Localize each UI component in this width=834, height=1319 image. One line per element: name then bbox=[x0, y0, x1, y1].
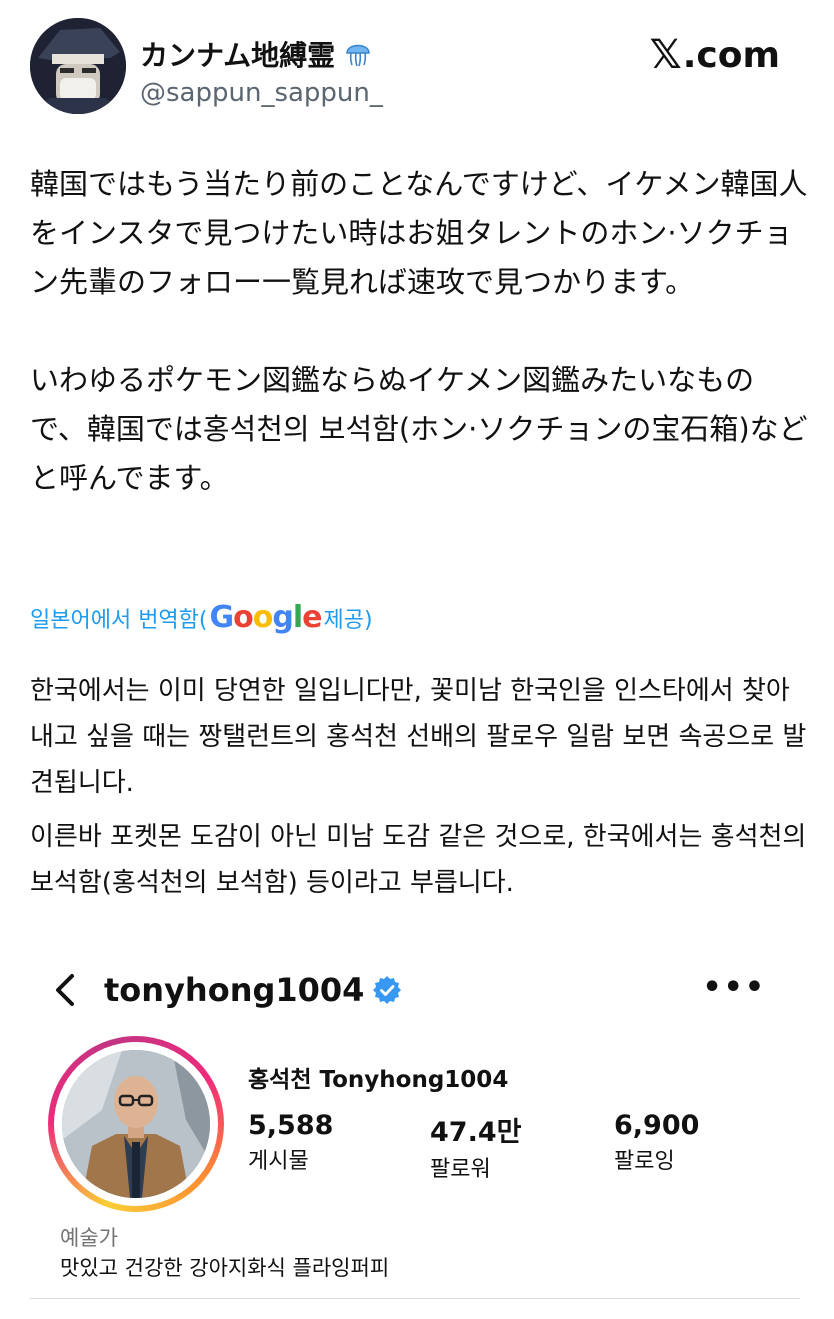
translated-by-google-link[interactable]: 일본어에서 번역함( Google 제공) bbox=[30, 600, 373, 635]
instagram-top-bar: tonyhong1004 ••• bbox=[48, 960, 788, 1020]
translated-text: 한국에서는 이미 당연한 일입니다만, 꽃미남 한국인을 인스타에서 찾아내고 … bbox=[30, 668, 810, 906]
tweet-paragraph: 韓国ではもう当たり前のことなんですけど、イケメン韓国人をインスタで見つけたい時は… bbox=[30, 167, 808, 299]
stat-value: 6,900 bbox=[614, 1110, 700, 1141]
jellyfish-icon bbox=[343, 39, 373, 69]
stat-following[interactable]: 6,900 팔로잉 bbox=[614, 1110, 699, 1175]
x-logo-icon: 𝕏 bbox=[649, 32, 682, 78]
author-name[interactable]: カンナム地縛霊 bbox=[140, 34, 335, 74]
stat-label: 게시물 bbox=[248, 1149, 309, 1174]
google-logo: Google bbox=[209, 600, 323, 635]
more-options-icon[interactable]: ••• bbox=[702, 970, 766, 1005]
author-avatar[interactable] bbox=[30, 18, 126, 114]
stat-followers[interactable]: 47.4만 팔로워 bbox=[430, 1110, 521, 1183]
translation-suffix: 제공) bbox=[323, 607, 373, 633]
instagram-profile-card: tonyhong1004 ••• 홍석천 Tonyhong1004 5,588 … bbox=[48, 960, 808, 1290]
verified-badge-icon bbox=[372, 975, 402, 1005]
divider bbox=[30, 1298, 800, 1299]
instagram-bio: 맛있고 건강한 강아지화식 플라잉퍼피 bbox=[60, 1256, 390, 1280]
x-com-logo: 𝕏 .com bbox=[650, 32, 781, 78]
tweet-paragraph: いわゆるポケモン図鑑ならぬイケメン図鑑みたいなもので、韓国では홍석천의 보석함(… bbox=[30, 363, 808, 495]
translation-prefix: 일본어에서 번역함( bbox=[30, 607, 208, 633]
instagram-category: 예술가 bbox=[60, 1226, 118, 1250]
stat-label: 팔로잉 bbox=[614, 1149, 675, 1174]
back-chevron-icon[interactable] bbox=[48, 970, 82, 1010]
profile-photo bbox=[62, 1050, 210, 1198]
stat-value: 5,588 bbox=[248, 1110, 334, 1141]
post-header: カンナム地縛霊 @sappun_sappun_ 𝕏 .com bbox=[30, 18, 804, 118]
instagram-full-name: 홍석천 Tonyhong1004 bbox=[248, 1067, 509, 1093]
tweet-text: 韓国ではもう当たり前のことなんですけど、イケメン韓国人をインスタで見つけたい時は… bbox=[30, 160, 810, 503]
stat-value: 47.4만 bbox=[430, 1117, 522, 1148]
story-ring[interactable] bbox=[48, 1036, 224, 1212]
instagram-username: tonyhong1004 bbox=[104, 971, 365, 1009]
stat-posts[interactable]: 5,588 게시물 bbox=[248, 1110, 333, 1175]
translated-paragraph: 이른바 포켓몬 도감이 아닌 미남 도감 같은 것으로, 한국에서는 홍석천의 … bbox=[30, 822, 807, 898]
translated-paragraph: 한국에서는 이미 당연한 일입니다만, 꽃미남 한국인을 인스타에서 찾아내고 … bbox=[30, 676, 807, 798]
stat-label: 팔로워 bbox=[430, 1157, 491, 1182]
author-handle[interactable]: @sappun_sappun_ bbox=[140, 78, 383, 108]
author-name-line: カンナム地縛霊 bbox=[140, 34, 373, 74]
brand-suffix: .com bbox=[682, 34, 780, 76]
